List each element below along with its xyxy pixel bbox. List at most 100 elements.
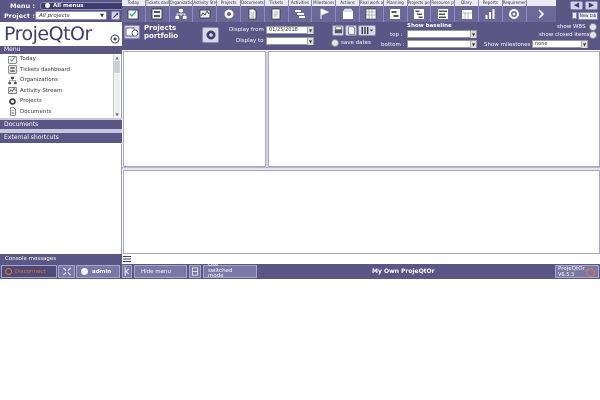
toolbar-organizations[interactable]: Organizations [169, 0, 194, 22]
menu-selector[interactable]: All menus [40, 2, 124, 10]
previous-button[interactable]: ◀ [570, 1, 583, 10]
console-messages-header[interactable]: Console messages [0, 254, 122, 264]
user-label: admin [92, 268, 112, 275]
sidebar-item-documents[interactable]: Documents [0, 107, 121, 118]
portfolio-icon-button [124, 25, 140, 39]
show-milestones-label: Show milestones [484, 42, 531, 48]
toolbar-tickets[interactable]: Tickets [264, 0, 289, 22]
version-label: V6.5.3 [558, 272, 575, 278]
toolbar-label: Documents [240, 0, 264, 6]
new-tab-label: New tab [579, 13, 597, 18]
toolbar-actions[interactable]: Actions [336, 0, 360, 22]
show-milestones-select[interactable]: none ▼ [532, 40, 588, 48]
menu-scrollbar[interactable]: ▲ ▼ [113, 55, 120, 117]
tickets-dashboard-icon [151, 8, 163, 20]
next-button[interactable]: ▶ [585, 1, 598, 10]
sidebar-item-projects[interactable]: Projects [0, 96, 121, 107]
shortcuts-panel-header[interactable]: External shortcuts [0, 133, 122, 143]
toolbar-planning[interactable]: Planning [383, 0, 408, 22]
chevron-down-icon: ▼ [307, 38, 313, 45]
chevron-down-icon: ▼ [100, 13, 104, 19]
reports-icon [485, 9, 495, 19]
toolbar-activity-stream[interactable]: Activity Stream [193, 0, 218, 22]
user-button[interactable]: admin [76, 265, 120, 278]
about-button[interactable]: ProjeQtOr V6.5.3 [555, 265, 599, 278]
save-dates-label: save dates [341, 40, 371, 46]
pdf-icon [348, 26, 355, 35]
toolbar-real-work[interactable]: Real work allocation [359, 0, 384, 22]
display-from-label: Display from [229, 27, 264, 33]
toolbar-requirements[interactable]: Requirements [502, 0, 527, 22]
documents-icon [9, 107, 16, 116]
switched-mode-button[interactable]: Use switched mode [203, 263, 257, 279]
show-wbs-checkbox[interactable] [589, 23, 597, 31]
portfolio-gantt-pane [268, 51, 600, 167]
projeqtor-logo: ProjeQtOr [4, 23, 92, 45]
new-tab-checkbox[interactable] [572, 12, 577, 19]
project-selector-value: All projects [39, 13, 70, 19]
chevron-down-icon: ▼ [307, 27, 313, 34]
shortcuts-panel-title: External shortcuts [4, 134, 59, 141]
activities-icon [294, 10, 305, 18]
toolbar-label: Reports [478, 0, 502, 6]
toolbar-label: Projects [217, 0, 240, 6]
sidebar-item-label: Documents [20, 108, 52, 115]
scroll-down-icon: ▼ [115, 112, 119, 117]
actions-icon [342, 8, 353, 19]
toolbar-projects[interactable]: Projects [217, 0, 241, 22]
toolbar-documents[interactable]: Documents [240, 0, 265, 22]
sidebar-item-label: Tickets dashboard [20, 66, 70, 73]
columns-button[interactable] [358, 25, 376, 36]
disconnect-label: Disconnect [15, 268, 46, 275]
toolbar-tickets-dashboard[interactable]: Tickets dashboard [145, 0, 170, 22]
sidebar-item-organizations[interactable]: Organizations [0, 75, 121, 86]
portfolio-settings-button[interactable] [202, 27, 219, 43]
sidebar-item-today[interactable]: Today [0, 54, 121, 65]
sidebar-item-tickets-dashboard[interactable]: Tickets dashboard [0, 65, 121, 76]
milestones-flag-icon [320, 8, 330, 19]
toolbar-more[interactable] [526, 0, 556, 22]
print-icon [334, 26, 342, 34]
page-title: Projects portfolio [144, 24, 178, 40]
toolbar-label: Actions [336, 0, 359, 6]
portfolio-list-pane [123, 51, 266, 167]
baseline-top-select[interactable]: ▼ [407, 30, 477, 38]
toolbar-label: Activities [288, 0, 312, 6]
projects-gear-icon [224, 9, 234, 19]
page-title-line2: portfolio [144, 32, 179, 40]
switch-user-button[interactable] [58, 265, 75, 278]
new-tab-button[interactable]: New tab [578, 12, 598, 20]
toolbar-reports[interactable]: Reports [478, 0, 503, 22]
sidebar-item-activity-stream[interactable]: Activity Stream [0, 86, 121, 97]
collapse-menu-button[interactable] [122, 265, 132, 278]
disconnect-button[interactable]: Disconnect [1, 265, 57, 278]
show-wbs-label: show WBS [557, 24, 586, 30]
toolbar-projects-portfolio[interactable]: Projects portfolio [407, 0, 432, 22]
documents-panel-header[interactable]: Documents [0, 120, 122, 129]
toolbar-resource-planning[interactable]: Resource planning [431, 0, 456, 22]
display-to-input[interactable]: ▼ [266, 37, 314, 45]
toolbar-label: Tickets dashboard [145, 0, 169, 6]
top-left-header: Menu : All menus Project : All projects … [0, 0, 124, 22]
switched-mode-toggle[interactable] [189, 265, 201, 278]
print-button[interactable] [332, 25, 344, 36]
projeqtor-app: Menu : All menus Project : All projects … [0, 0, 600, 279]
bottom-gap [122, 254, 600, 264]
pdf-button[interactable] [345, 25, 357, 36]
toolbar-activities[interactable]: Activities [288, 0, 313, 22]
switch-mode-icon [191, 267, 199, 276]
display-from-input[interactable]: 01/25/2018 ▼ [266, 26, 314, 34]
toolbar-diary[interactable]: Diary [455, 0, 479, 22]
baseline-top-label: top : [390, 32, 403, 38]
baseline-bottom-select[interactable]: ▼ [407, 40, 477, 48]
console-messages-label: Console messages [5, 256, 57, 262]
show-closed-checkbox[interactable] [589, 31, 597, 39]
toolbar-today[interactable]: Today [122, 0, 146, 22]
hide-menu-button[interactable]: Hide menu [134, 265, 187, 278]
toolbar-milestones[interactable]: Milestones [312, 0, 337, 22]
save-dates-checkbox[interactable] [331, 39, 339, 47]
project-selector[interactable]: All projects ▼ [35, 11, 107, 20]
scroll-thumb[interactable] [114, 61, 120, 73]
project-settings-button[interactable] [111, 11, 120, 20]
menu-panel-header[interactable]: Menu [0, 46, 122, 54]
